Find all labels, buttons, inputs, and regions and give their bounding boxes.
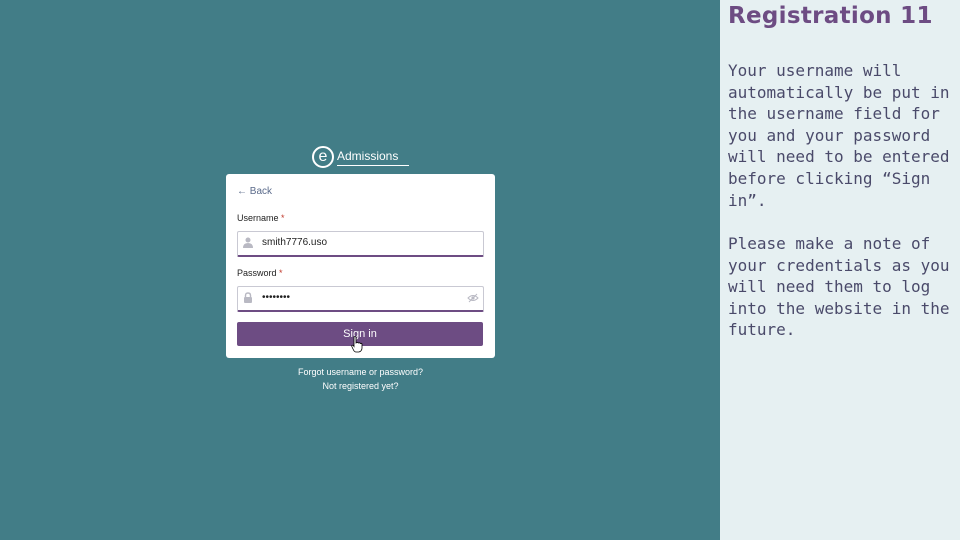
lock-icon	[244, 292, 252, 303]
user-icon	[243, 237, 253, 248]
eadmissions-logo: e Admissions	[312, 146, 409, 168]
instruction-paragraph-2: Please make a note of your credentials a…	[728, 234, 950, 340]
instructions-panel: Registration 11 Your username will autom…	[720, 0, 960, 540]
password-label-text: Password	[237, 268, 277, 278]
forgot-credentials-link[interactable]: Forgot username or password?	[226, 367, 495, 377]
logo-e-icon: e	[312, 146, 334, 168]
username-label: Username *	[237, 213, 285, 223]
instruction-paragraph-1: Your username will automatically be put …	[728, 61, 950, 210]
logo-text: Admissions	[337, 149, 409, 166]
required-mark: *	[279, 268, 283, 278]
slide-title: Registration 11	[728, 3, 933, 29]
required-mark: *	[281, 213, 285, 223]
username-label-text: Username	[237, 213, 279, 223]
screenshot-area: e Admissions ← Back Username * smith7776…	[0, 0, 720, 540]
password-label: Password *	[237, 268, 283, 278]
username-value: smith7776.uso	[262, 237, 328, 248]
password-field[interactable]: ••••••••	[237, 286, 484, 312]
hand-cursor-icon	[351, 336, 363, 353]
register-link[interactable]: Not registered yet?	[226, 381, 495, 391]
login-card: ← Back Username * smith7776.uso Password…	[226, 174, 495, 358]
back-link[interactable]: ← Back	[237, 186, 272, 197]
username-field[interactable]: smith7776.uso	[237, 231, 484, 257]
password-value: ••••••••	[262, 292, 291, 303]
eye-slash-icon[interactable]	[467, 293, 479, 303]
